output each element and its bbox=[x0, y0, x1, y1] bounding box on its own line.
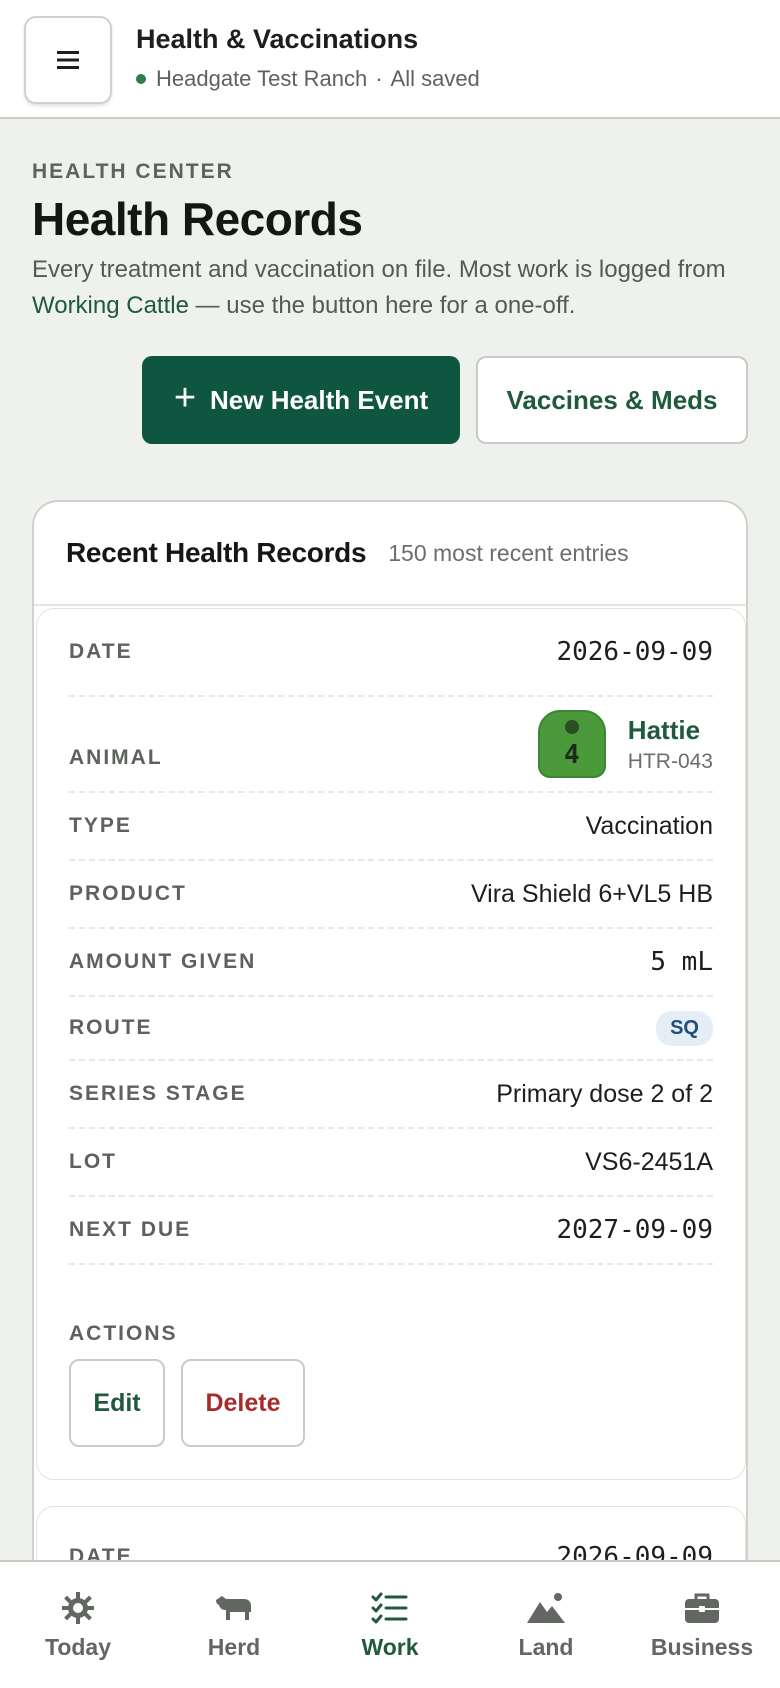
date-value: 2026-09-09 bbox=[556, 637, 713, 667]
hamburger-icon bbox=[57, 51, 79, 69]
card-header: Recent Health Records 150 most recent en… bbox=[34, 502, 746, 606]
product-value: Vira Shield 6+VL5 HB bbox=[470, 879, 713, 908]
save-status: All saved bbox=[390, 66, 480, 91]
section-eyebrow: HEALTH CENTER bbox=[32, 160, 234, 183]
date-label: DATE bbox=[69, 640, 133, 663]
lot-label: LOT bbox=[69, 1150, 117, 1173]
animal-name: Hattie bbox=[627, 714, 701, 745]
new-health-event-button[interactable]: + New Health Event bbox=[142, 356, 460, 444]
menu-button[interactable] bbox=[24, 16, 112, 104]
series-label: SERIES STAGE bbox=[69, 1082, 247, 1105]
nav-item-herd[interactable]: Herd bbox=[156, 1562, 312, 1688]
series-value: Primary dose 2 of 2 bbox=[496, 1079, 713, 1108]
page-description: Every treatment and vaccination on file.… bbox=[32, 252, 752, 324]
record-row-route: ROUTE SQ bbox=[69, 997, 713, 1061]
app-title: Health & Vaccinations bbox=[136, 24, 419, 54]
animal-link[interactable]: 4 Hattie HTR-043 bbox=[537, 710, 713, 778]
new-health-event-label: New Health Event bbox=[210, 384, 429, 415]
record-row-next-due: NEXT DUE 2027-09-09 bbox=[69, 1197, 713, 1265]
lot-value: VS6-2451A bbox=[585, 1147, 713, 1176]
animal-label: ANIMAL bbox=[69, 746, 163, 769]
product-label: PRODUCT bbox=[69, 882, 187, 905]
bottom-navigation: Today Herd Work Land Business bbox=[0, 1560, 780, 1688]
edit-button[interactable]: Edit bbox=[69, 1359, 165, 1447]
ear-tag-hole bbox=[564, 720, 579, 734]
nav-item-business[interactable]: Business bbox=[624, 1562, 780, 1688]
record-row-date: DATE 2026-09-09 bbox=[69, 609, 713, 697]
working-cattle-link[interactable]: Working Cattle bbox=[32, 292, 189, 319]
nav-item-work[interactable]: Work bbox=[312, 1562, 468, 1688]
delete-button[interactable]: Delete bbox=[181, 1359, 305, 1447]
card-subtitle: 150 most recent entries bbox=[388, 539, 629, 566]
amount-value: 5 mL bbox=[650, 947, 713, 977]
record-row-animal: ANIMAL 4 Hattie HTR-043 bbox=[69, 697, 713, 793]
saved-status-dot-icon bbox=[136, 74, 146, 84]
page-title: Health Records bbox=[32, 193, 363, 245]
type-label: TYPE bbox=[69, 814, 132, 837]
ear-tag-icon: 4 bbox=[537, 710, 606, 778]
nav-item-land[interactable]: Land bbox=[468, 1562, 624, 1688]
nav-label-business: Business bbox=[650, 1633, 754, 1660]
animal-id: HTR-043 bbox=[627, 749, 713, 773]
top-bar: Health & Vaccinations Headgate Test Ranc… bbox=[0, 0, 780, 119]
ear-tag-number: 4 bbox=[563, 740, 580, 770]
route-badge: SQ bbox=[656, 1010, 713, 1046]
cow-icon bbox=[216, 1595, 251, 1620]
plus-icon: + bbox=[173, 377, 197, 419]
ranch-name: Headgate Test Ranch bbox=[156, 66, 368, 91]
record-row-lot: LOT VS6-2451A bbox=[69, 1129, 713, 1197]
next-due-value: 2027-09-09 bbox=[556, 1215, 713, 1245]
vaccines-meds-button[interactable]: Vaccines & Meds bbox=[476, 356, 748, 444]
briefcase-icon bbox=[685, 1593, 719, 1623]
nav-item-today[interactable]: Today bbox=[0, 1562, 156, 1688]
nav-label-herd: Herd bbox=[207, 1633, 261, 1660]
ranch-status: Headgate Test Ranch · All saved bbox=[136, 66, 480, 92]
type-value: Vaccination bbox=[585, 811, 713, 840]
next-due-label: NEXT DUE bbox=[69, 1218, 192, 1241]
record-row-product: PRODUCT Vira Shield 6+VL5 HB bbox=[69, 861, 713, 929]
checklist-icon bbox=[371, 1592, 408, 1623]
card-title: Recent Health Records bbox=[66, 537, 367, 568]
desc-text-end: — use the button here for a one-off. bbox=[188, 292, 576, 319]
record-row-amount: AMOUNT GIVEN 5 mL bbox=[69, 929, 713, 997]
actions-label: ACTIONS bbox=[69, 1322, 178, 1345]
mountain-icon bbox=[527, 1592, 565, 1623]
record-row-series: SERIES STAGE Primary dose 2 of 2 bbox=[69, 1061, 713, 1129]
gear-icon bbox=[62, 1591, 94, 1624]
nav-label-today: Today bbox=[44, 1633, 112, 1660]
amount-label: AMOUNT GIVEN bbox=[69, 950, 257, 973]
health-record: DATE 2026-09-09 ANIMAL 4 Hattie HTR-043 … bbox=[36, 608, 746, 1480]
desc-text-start: Every treatment and vaccination on file.… bbox=[32, 256, 726, 283]
nav-label-work: Work bbox=[361, 1633, 419, 1660]
status-separator: · bbox=[375, 66, 383, 91]
record-row-type: TYPE Vaccination bbox=[69, 793, 713, 861]
route-label: ROUTE bbox=[69, 1016, 153, 1039]
nav-label-land: Land bbox=[518, 1633, 574, 1660]
recent-health-records-card: Recent Health Records 150 most recent en… bbox=[32, 500, 748, 1688]
